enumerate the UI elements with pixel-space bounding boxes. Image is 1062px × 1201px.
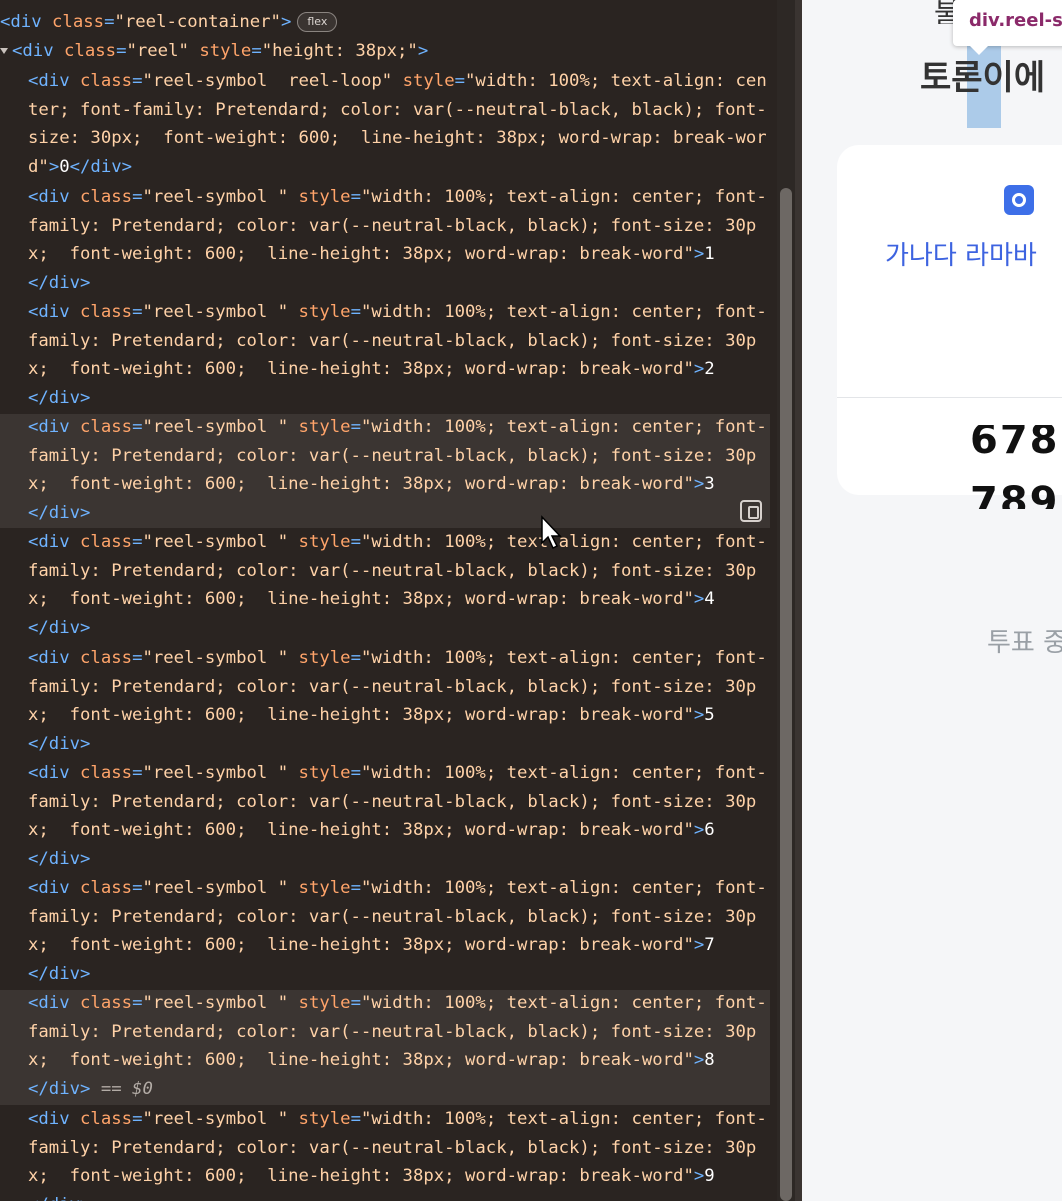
reel-symbol-text: 9	[704, 1166, 715, 1187]
dom-node-reel-symbol-1-cont[interactable]: family: Pretendard; color: var(--neutral…	[28, 212, 756, 240]
dom-node-reel-symbol-5-cont[interactable]: family: Pretendard; color: var(--neutral…	[28, 673, 756, 701]
devtools-elements-panel: <div class="reel-container"> flex <div cla…	[0, 0, 800, 1201]
reel-symbol-text: 2	[704, 359, 715, 380]
dom-node-reel-symbol-4-cont[interactable]: x; font-weight: 600; line-height: 38px; …	[28, 585, 715, 613]
dom-node-reel-symbol-3-cont[interactable]: x; font-weight: 600; line-height: 38px; …	[28, 470, 715, 498]
dom-node-reel-symbol-8-cont[interactable]: family: Pretendard; color: var(--neutral…	[28, 1018, 756, 1046]
dom-node-reel-symbol-1-close[interactable]: </div>	[28, 269, 90, 297]
dom-node-reel-symbol-4-cont[interactable]: family: Pretendard; color: var(--neutral…	[28, 557, 756, 585]
reel-row-bottom: 789	[970, 481, 1060, 509]
dom-node-reel-symbol-7[interactable]: <div class="reel-symbol " style="width: …	[28, 874, 767, 902]
mouse-cursor-icon	[541, 515, 562, 550]
reel-symbol-text: 3	[704, 474, 715, 495]
dom-node-reel-symbol-7-cont[interactable]: x; font-weight: 600; line-height: 38px; …	[28, 931, 715, 959]
card-divider	[837, 397, 1062, 398]
dom-node-reel-symbol-1[interactable]: <div class="reel-symbol " style="width: …	[28, 183, 767, 211]
dom-node-reel-symbol-0-cont[interactable]: size: 30px; font-weight: 600; line-heigh…	[28, 124, 767, 152]
dom-node-reel-symbol-9-close[interactable]: </div>	[28, 1191, 90, 1201]
vote-card: 가나다 라마바 678 789	[837, 145, 1062, 509]
selected-node-marker: == $0	[100, 1079, 153, 1100]
dom-node-reel-symbol-2-cont[interactable]: family: Pretendard; color: var(--neutral…	[28, 327, 756, 355]
dom-node-reel-symbol-2-close[interactable]: </div>	[28, 384, 90, 412]
dom-node-reel-symbol-7-close[interactable]: </div>	[28, 960, 90, 988]
inspect-tooltip: div.reel-s	[953, 0, 1062, 46]
vote-status-text: 투표 중	[987, 628, 1062, 658]
dom-node-reel-symbol-9-cont[interactable]: family: Pretendard; color: var(--neutral…	[28, 1134, 756, 1162]
dom-node-reel-symbol-6-cont[interactable]: x; font-weight: 600; line-height: 38px; …	[28, 816, 715, 844]
dom-node-reel-symbol-2-cont[interactable]: x; font-weight: 600; line-height: 38px; …	[28, 355, 715, 383]
dom-node-reel-symbol-6-close[interactable]: </div>	[28, 845, 90, 873]
dom-node-reel-symbol-6-cont[interactable]: family: Pretendard; color: var(--neutral…	[28, 788, 756, 816]
dom-node-reel-symbol-0-cont[interactable]: ter; font-family: Pretendard; color: var…	[28, 96, 767, 124]
reel-row-top-text: 678	[970, 425, 1060, 459]
dom-node-reel-symbol-0-cont[interactable]: d">0</div>	[28, 153, 132, 181]
dom-node-reel-symbol-5[interactable]: <div class="reel-symbol " style="width: …	[28, 644, 767, 672]
tooltip-selector-text: div.reel-s	[969, 10, 1062, 31]
reel-row-bottom-text: 789	[970, 481, 1060, 509]
dom-node-reel-symbol-5-cont[interactable]: x; font-weight: 600; line-height: 38px; …	[28, 701, 715, 729]
dom-node-reel-symbol-2[interactable]: <div class="reel-symbol " style="width: …	[28, 298, 767, 326]
reel-symbol-text: 0	[59, 157, 70, 178]
reel-symbol-text: 8	[704, 1050, 715, 1071]
dom-node-reel-symbol-7-cont[interactable]: family: Pretendard; color: var(--neutral…	[28, 903, 756, 931]
reel-row-top: 678	[970, 425, 1060, 459]
dom-node-reel-symbol-6[interactable]: <div class="reel-symbol " style="width: …	[28, 759, 767, 787]
dom-node-reel-symbol-9[interactable]: <div class="reel-symbol " style="width: …	[28, 1105, 767, 1133]
dom-node-reel-container[interactable]: <div class="reel-container"> flex	[0, 8, 338, 36]
dom-node-reel-symbol-9-cont[interactable]: x; font-weight: 600; line-height: 38px; …	[28, 1162, 715, 1190]
tooltip-arrow	[968, 44, 990, 55]
copy-icon[interactable]	[740, 500, 762, 522]
reel-symbol-text: 7	[704, 935, 715, 956]
dom-node-reel-symbol-8-close[interactable]: </div> == $0	[28, 1075, 153, 1103]
dom-node-reel-symbol-4[interactable]: <div class="reel-symbol " style="width: …	[28, 528, 767, 556]
target-icon	[1004, 185, 1034, 215]
page-preview: 불 토론이에 div.reel-s 가나다 라마바 678 789 투표 중	[802, 0, 1062, 1201]
flex-badge[interactable]: flex	[297, 12, 338, 32]
dom-node-reel-symbol-3-close[interactable]: </div>	[28, 499, 90, 527]
dom-node-reel-symbol-0[interactable]: <div class="reel-symbol reel-loop" style…	[28, 67, 767, 95]
card-label: 가나다 라마바	[885, 241, 1037, 271]
dom-node-reel-symbol-3-cont[interactable]: family: Pretendard; color: var(--neutral…	[28, 442, 756, 470]
dom-node-reel[interactable]: <div class="reel" style="height: 38px;">	[0, 37, 428, 65]
dom-node-reel-symbol-8-cont[interactable]: x; font-weight: 600; line-height: 38px; …	[28, 1046, 715, 1074]
expand-triangle-icon[interactable]	[0, 48, 8, 54]
panel-divider[interactable]	[795, 0, 802, 1201]
dom-node-reel-symbol-5-close[interactable]: </div>	[28, 730, 90, 758]
devtools-scrollbar-thumb[interactable]	[780, 188, 792, 1201]
reel-symbol-text: 6	[704, 820, 715, 841]
page-heading: 토론이에	[920, 58, 1046, 98]
reel-symbol-text: 5	[704, 705, 715, 726]
reel-symbol-text: 4	[704, 589, 715, 610]
reel-symbol-text: 1	[704, 244, 715, 265]
dom-node-reel-symbol-4-close[interactable]: </div>	[28, 614, 90, 642]
dom-node-reel-symbol-8[interactable]: <div class="reel-symbol " style="width: …	[28, 989, 767, 1017]
dom-node-reel-symbol-3[interactable]: <div class="reel-symbol " style="width: …	[28, 413, 767, 441]
dom-node-reel-symbol-1-cont[interactable]: x; font-weight: 600; line-height: 38px; …	[28, 240, 715, 268]
